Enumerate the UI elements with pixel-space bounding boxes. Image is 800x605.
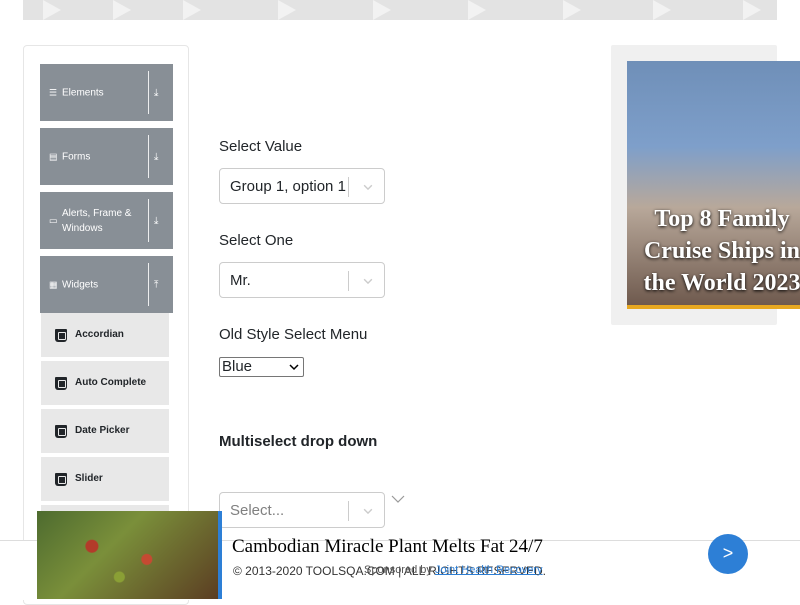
list-icon: ☰ xyxy=(49,87,58,97)
select-value-text: Group 1, option 1 xyxy=(230,178,346,195)
chevron-down-icon[interactable] xyxy=(361,504,375,518)
sidebar-group-label: Alerts, Frame & Windows xyxy=(62,207,132,234)
next-button[interactable]: > xyxy=(708,534,748,574)
divider xyxy=(148,199,149,242)
banner-pattern xyxy=(113,0,131,20)
sidebar-group-label: Widgets xyxy=(62,279,99,290)
chevron-down-icon[interactable] xyxy=(361,180,375,194)
html5-icon xyxy=(55,473,67,486)
multiselect-label: Multiselect drop down xyxy=(219,433,378,450)
select-one-dropdown[interactable]: Mr. xyxy=(219,262,385,298)
banner-pattern xyxy=(183,0,201,20)
divider xyxy=(148,135,149,178)
sponsored-prefix: Sponsored by xyxy=(364,564,432,576)
sponsored-text: Sponsored by Joint Health Recovery xyxy=(364,564,543,576)
window-icon: ▭ xyxy=(49,215,58,225)
sidebar-item-date-picker[interactable]: Date Picker xyxy=(41,409,169,455)
divider xyxy=(148,263,149,306)
chevron-down-icon xyxy=(289,364,299,371)
ad-thumbnail[interactable] xyxy=(37,511,220,599)
ad-title[interactable]: Top 8 Family Cruise Ships in the World 2… xyxy=(627,203,800,299)
old-style-select-label: Old Style Select Menu xyxy=(219,326,368,343)
select-value-dropdown[interactable]: Group 1, option 1 xyxy=(219,168,385,204)
sidebar-group-label: Elements xyxy=(62,87,104,98)
collapse-icon[interactable]: ⤒ xyxy=(154,279,158,290)
banner-pattern xyxy=(373,0,391,20)
divider xyxy=(148,71,149,114)
banner-pattern xyxy=(653,0,671,20)
divider xyxy=(348,177,349,197)
sidebar-group-label: Forms xyxy=(62,151,91,162)
sidebar-group-elements[interactable]: ☰ Elements ⤓ xyxy=(40,64,173,121)
select-value-label: Select Value xyxy=(219,138,303,155)
chevron-down-icon xyxy=(391,495,405,503)
select-one-label: Select One xyxy=(219,232,294,249)
multiselect-dropdown[interactable]: Select... xyxy=(219,492,385,528)
ad-headline[interactable]: Cambodian Miracle Plant Melts Fat 24/7 xyxy=(232,536,543,558)
old-style-select[interactable]: Blue xyxy=(219,357,304,377)
sidebar-item-auto-complete[interactable]: Auto Complete xyxy=(41,361,169,407)
sponsor-link[interactable]: Joint Health Recovery xyxy=(435,564,543,576)
divider xyxy=(348,271,349,291)
banner-pattern xyxy=(563,0,581,20)
html5-icon xyxy=(55,425,67,438)
banner-pattern xyxy=(468,0,486,20)
expand-icon[interactable]: ⤓ xyxy=(154,151,158,162)
divider xyxy=(348,501,349,521)
banner-pattern xyxy=(43,0,61,20)
chevron-down-icon[interactable] xyxy=(361,274,375,288)
sidebar-group-forms[interactable]: ▤ Forms ⤓ xyxy=(40,128,173,185)
html5-icon xyxy=(55,377,67,390)
select-one-text: Mr. xyxy=(230,272,251,289)
old-style-select-value: Blue xyxy=(222,358,253,375)
form-icon: ▤ xyxy=(49,151,58,161)
sidebar-group-alerts[interactable]: ▭ Alerts, Frame & Windows ⤓ xyxy=(40,192,173,249)
sidebar-item-label: Accordian xyxy=(75,329,124,340)
top-banner xyxy=(23,0,777,20)
sidebar-item-label: Auto Complete xyxy=(75,377,147,388)
banner-pattern xyxy=(743,0,761,20)
ad-panel[interactable]: Top 8 Family Cruise Ships in the World 2… xyxy=(611,45,800,325)
sidebar-group-widgets[interactable]: ▦ Widgets ⤒ xyxy=(40,256,173,313)
multiselect-placeholder: Select... xyxy=(230,502,285,519)
expand-icon[interactable]: ⤓ xyxy=(154,215,158,226)
accent-bar xyxy=(218,511,222,599)
banner-pattern xyxy=(278,0,296,20)
sidebar-item-label: Date Picker xyxy=(75,425,130,436)
grid-icon: ▦ xyxy=(49,279,58,289)
sidebar-item-accordian[interactable]: Accordian xyxy=(41,313,169,359)
sidebar-item-slider[interactable]: Slider xyxy=(41,457,169,503)
bottom-ad-bar[interactable]: Cambodian Miracle Plant Melts Fat 24/7 ©… xyxy=(0,511,800,600)
expand-icon[interactable]: ⤓ xyxy=(154,87,158,98)
sidebar-item-label: Slider xyxy=(75,473,103,484)
html5-icon xyxy=(55,329,67,342)
